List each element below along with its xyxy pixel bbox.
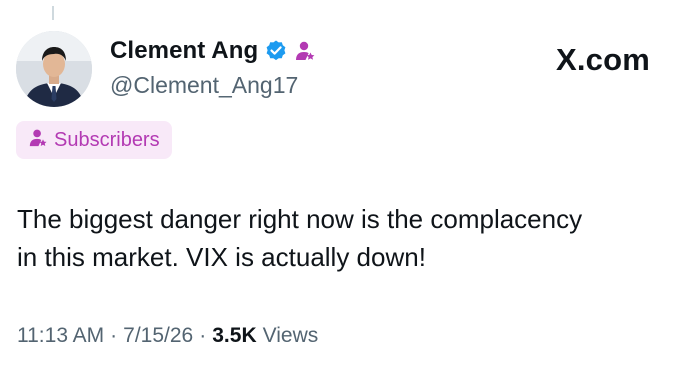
meta-separator: · <box>199 324 207 347</box>
subscriber-person-star-icon[interactable] <box>294 39 316 63</box>
subscriber-person-star-icon <box>28 127 48 154</box>
subscribers-badge[interactable]: Subscribers <box>16 121 172 159</box>
views-label: Views <box>262 324 319 347</box>
tweet-text: The biggest danger right now is the comp… <box>17 204 583 272</box>
author-name-row: Clement Ang <box>110 37 316 65</box>
author-display-name[interactable]: Clement Ang <box>110 37 258 65</box>
verified-badge-icon[interactable] <box>264 39 288 63</box>
avatar-photo <box>16 31 92 107</box>
meta-separator: · <box>110 324 118 347</box>
subscribers-badge-label: Subscribers <box>54 128 160 151</box>
tweet-time[interactable]: 11:13 AM <box>17 324 104 348</box>
brand-watermark: X.com <box>555 42 650 77</box>
author-handle[interactable]: @Clement_Ang17 <box>110 72 298 99</box>
avatar[interactable] <box>16 31 92 107</box>
views-count[interactable]: 3.5K <box>212 324 256 348</box>
tweet-meta: 11:13 AM · 7/15/26 · 3.5K Views <box>17 324 318 348</box>
thread-connector-line <box>52 6 54 20</box>
tweet-date[interactable]: 7/15/26 <box>123 324 193 348</box>
